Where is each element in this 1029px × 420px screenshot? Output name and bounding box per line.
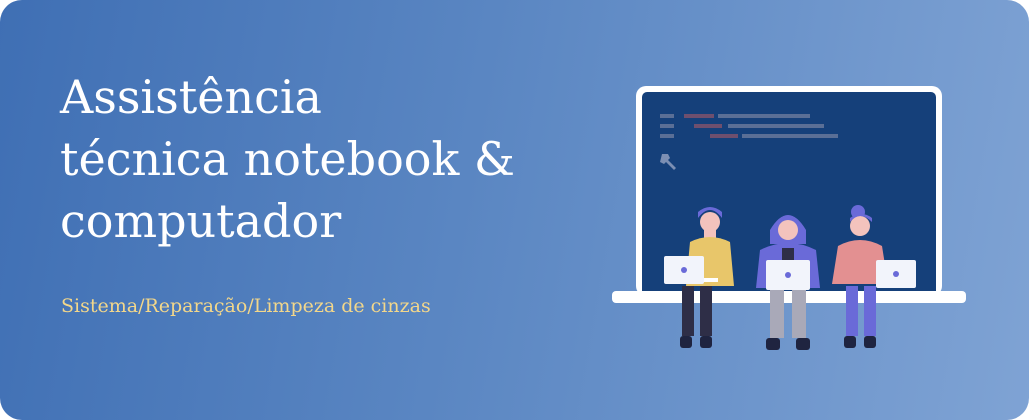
banner-title: Assistência técnica notebook & computado… [60,66,560,252]
laptop-base [612,291,966,303]
title-line-1: Assistência [60,70,322,124]
hero-banner: Assistência técnica notebook & computado… [0,0,1029,420]
banner-subtitle: Sistema/Reparação/Limpeza de cinzas [61,295,431,317]
laptop-illustration [612,86,966,350]
title-line-3: computador [60,194,342,248]
title-line-2: técnica notebook & [60,132,515,186]
